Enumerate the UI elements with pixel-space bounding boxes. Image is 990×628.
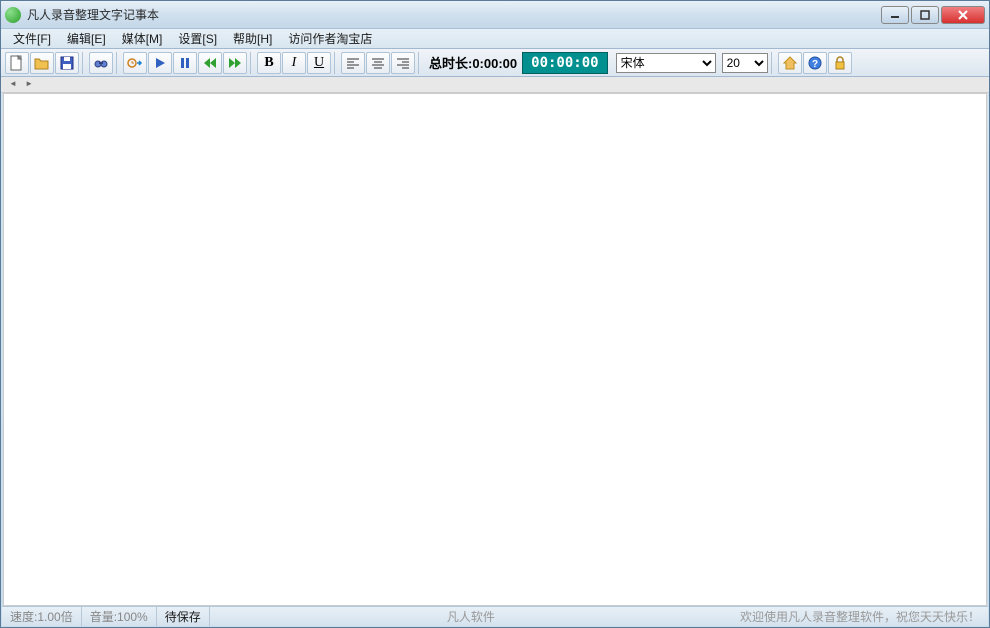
pause-button[interactable] (173, 52, 197, 74)
help-button[interactable]: ? (803, 52, 827, 74)
save-button[interactable] (55, 52, 79, 74)
align-left-icon (346, 57, 360, 69)
separator (116, 52, 120, 74)
save-icon (60, 56, 74, 70)
align-center-button[interactable] (366, 52, 390, 74)
pause-icon (179, 57, 191, 69)
close-icon (958, 10, 968, 20)
play-button[interactable] (148, 52, 172, 74)
timestamp-icon (127, 56, 143, 70)
menu-taobao[interactable]: 访问作者淘宝店 (280, 28, 380, 49)
bold-button[interactable]: B (257, 52, 281, 74)
lock-icon (834, 56, 846, 70)
ruler[interactable] (1, 77, 989, 93)
status-volume: 音量:100% (82, 607, 157, 626)
binoculars-icon (94, 56, 108, 70)
font-size-select[interactable]: 20 (722, 53, 768, 73)
menu-help[interactable]: 帮助[H] (225, 28, 280, 49)
folder-open-icon (34, 56, 50, 70)
font-family-select[interactable]: 宋体 (616, 53, 716, 73)
new-file-icon (10, 55, 24, 71)
status-speed: 速度:1.00倍 (2, 607, 82, 626)
home-icon (783, 56, 797, 70)
align-right-button[interactable] (391, 52, 415, 74)
menu-media[interactable]: 媒体[M] (114, 28, 171, 49)
maximize-icon (920, 10, 930, 20)
text-editor[interactable] (3, 93, 987, 606)
window-title: 凡人录音整理文字记事本 (27, 6, 881, 23)
menu-file[interactable]: 文件[F] (5, 28, 59, 49)
home-button[interactable] (778, 52, 802, 74)
maximize-button[interactable] (911, 6, 939, 24)
separator (418, 52, 422, 74)
separator (334, 52, 338, 74)
play-icon (154, 57, 166, 69)
align-left-button[interactable] (341, 52, 365, 74)
toolbar: B I U 总时长:0:00:00 00:00:00 宋体 20 ? (1, 49, 989, 77)
insert-timestamp-button[interactable] (123, 52, 147, 74)
status-brand: 凡人软件 (210, 608, 732, 625)
menu-settings[interactable]: 设置[S] (170, 28, 225, 49)
align-center-icon (371, 57, 385, 69)
rewind-icon (203, 57, 217, 69)
ruler-indent-marker[interactable] (9, 79, 33, 87)
underline-button[interactable]: U (307, 52, 331, 74)
statusbar: 速度:1.00倍 音量:100% 待保存 凡人软件 欢迎使用凡人录音整理软件，祝… (2, 606, 988, 626)
window-controls (881, 6, 985, 24)
svg-text:?: ? (812, 59, 818, 70)
rewind-button[interactable] (198, 52, 222, 74)
italic-button[interactable]: I (282, 52, 306, 74)
total-duration-label: 总时长:0:00:00 (425, 53, 521, 72)
menubar: 文件[F] 编辑[E] 媒体[M] 设置[S] 帮助[H] 访问作者淘宝店 (1, 29, 989, 49)
find-button[interactable] (89, 52, 113, 74)
minimize-icon (890, 10, 900, 20)
forward-button[interactable] (223, 52, 247, 74)
new-button[interactable] (5, 52, 29, 74)
open-button[interactable] (30, 52, 54, 74)
separator (771, 52, 775, 74)
separator (250, 52, 254, 74)
app-window: 凡人录音整理文字记事本 文件[F] 编辑[E] 媒体[M] 设置[S] 帮助[H… (0, 0, 990, 628)
current-time-display: 00:00:00 (522, 52, 607, 74)
forward-icon (228, 57, 242, 69)
separator (82, 52, 86, 74)
close-button[interactable] (941, 6, 985, 24)
status-welcome: 欢迎使用凡人录音整理软件，祝您天天快乐！ (732, 608, 988, 625)
menu-edit[interactable]: 编辑[E] (59, 28, 114, 49)
app-icon (5, 7, 21, 23)
lock-button[interactable] (828, 52, 852, 74)
status-save-state: 待保存 (157, 607, 210, 626)
align-right-icon (396, 57, 410, 69)
titlebar[interactable]: 凡人录音整理文字记事本 (1, 1, 989, 29)
help-icon: ? (808, 56, 822, 70)
minimize-button[interactable] (881, 6, 909, 24)
